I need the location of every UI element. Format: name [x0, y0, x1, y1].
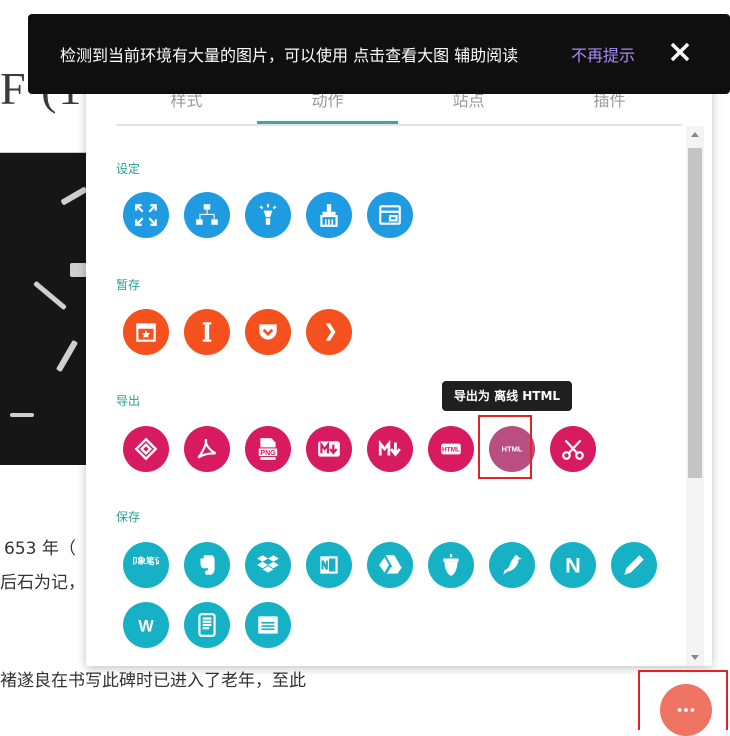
layout-button[interactable] — [367, 192, 413, 238]
stash-archive-button[interactable] — [123, 309, 169, 355]
scissors-icon — [562, 439, 584, 460]
save-yinxiang-button[interactable]: 印象笔记 — [123, 542, 169, 588]
scroll-down-arrow[interactable] — [691, 655, 699, 660]
save-webpage-button[interactable] — [245, 602, 291, 648]
yinxiang-label: 印象笔记 — [133, 555, 159, 567]
export-epub-button[interactable] — [123, 426, 169, 472]
save-onenote-button[interactable] — [306, 542, 352, 588]
pocket-button[interactable] — [245, 309, 291, 355]
chevron-right-icon — [325, 323, 336, 341]
export-pdf-button[interactable] — [184, 426, 230, 472]
scroll-up-arrow[interactable] — [691, 132, 699, 137]
instapaper-button[interactable] — [184, 309, 230, 355]
actions-panel: 样式 动作 站点 插件 设定 暂存 导出 PNG HTML HTML 保存 象笔… — [86, 70, 712, 666]
linnk-button[interactable] — [306, 309, 352, 355]
settings-row — [123, 192, 413, 238]
save-note-button[interactable] — [611, 542, 657, 588]
save-row-1: 印象笔记 N — [123, 542, 657, 588]
svg-text:HTML: HTML — [442, 446, 460, 453]
article-text-line: 后石为记， — [0, 573, 85, 593]
article-text-line: 653 年（ — [4, 539, 76, 559]
export-png-button[interactable]: PNG — [245, 426, 291, 472]
save-kindle-button[interactable] — [489, 542, 535, 588]
section-label-settings: 设定 — [116, 162, 141, 176]
fullscreen-icon — [135, 204, 157, 226]
save-dropbox-button[interactable] — [245, 542, 291, 588]
export-html-button[interactable]: HTML — [428, 426, 474, 472]
pocket-icon — [259, 324, 277, 340]
png-file-icon: PNG — [257, 438, 279, 460]
close-button[interactable] — [668, 40, 692, 64]
yinxiang-icon: 印象笔记 — [133, 555, 159, 567]
epub-icon — [134, 437, 158, 461]
section-label-save: 保存 — [116, 510, 141, 524]
dropbox-icon — [257, 555, 279, 573]
window-layout-icon — [379, 205, 401, 225]
article-image — [0, 152, 88, 465]
save-tablet-button[interactable] — [184, 602, 230, 648]
outline-button[interactable] — [184, 192, 230, 238]
more-actions-button[interactable] — [660, 684, 712, 736]
markdown-box-icon — [318, 441, 340, 457]
article-text-line: 褚遂良在书写此碑时已进入了老年，至此 — [0, 671, 306, 691]
evernote-icon — [200, 555, 215, 575]
scrollbar-thumb[interactable] — [688, 148, 702, 478]
tooltip: 导出为 离线 HTML — [442, 381, 572, 411]
onenote-icon — [320, 556, 338, 574]
markdown-icon — [378, 439, 401, 457]
highlight-box — [478, 415, 532, 479]
save-evernote-button[interactable] — [184, 542, 230, 588]
clean-button[interactable] — [306, 192, 352, 238]
save-gdrive-button[interactable] — [367, 542, 413, 588]
save-yuque-button[interactable] — [428, 542, 474, 588]
tablet-icon — [198, 613, 216, 637]
dont-show-again-link[interactable]: 不再提示 — [571, 42, 635, 66]
spotlight-icon — [259, 204, 277, 225]
wiz-icon: W — [138, 618, 154, 636]
save-notion-button[interactable]: N — [550, 542, 596, 588]
export-markdown-alt-button[interactable] — [367, 426, 413, 472]
actions-scroll-area: 设定 暂存 导出 PNG HTML HTML 保存 象笔 N W — [86, 126, 686, 666]
banner-message: 检测到当前环境有大量的图片，可以使用 点击查看大图 辅助阅读 — [60, 46, 519, 65]
svg-text:W: W — [138, 618, 154, 636]
star-box-icon — [136, 323, 156, 342]
html-file-icon: HTML — [441, 443, 461, 455]
sitemap-icon — [196, 204, 218, 225]
google-drive-icon — [379, 555, 402, 574]
save-wiz-button[interactable]: W — [123, 602, 169, 648]
section-label-stash: 暂存 — [116, 278, 141, 292]
svg-text:PNG: PNG — [260, 450, 276, 457]
notification-banner: 检测到当前环境有大量的图片，可以使用 点击查看大图 辅助阅读 不再提示 — [28, 14, 730, 94]
svg-text:N: N — [565, 553, 581, 578]
stash-row — [123, 309, 352, 355]
focus-mode-button[interactable] — [245, 192, 291, 238]
export-markdown-button[interactable] — [306, 426, 352, 472]
bird-icon — [503, 555, 522, 575]
notion-icon: N — [565, 553, 581, 578]
pdf-icon — [197, 438, 217, 459]
export-clip-button[interactable] — [550, 426, 596, 472]
pencil-icon — [624, 555, 644, 575]
acorn-icon — [443, 554, 459, 576]
save-row-2: W — [123, 602, 291, 648]
close-icon — [670, 42, 690, 62]
ellipsis-icon — [677, 708, 695, 712]
webpage-icon — [258, 616, 278, 634]
broom-icon — [320, 204, 338, 227]
fullscreen-button[interactable] — [123, 192, 169, 238]
section-label-export: 导出 — [116, 394, 141, 408]
instapaper-icon — [202, 322, 212, 342]
